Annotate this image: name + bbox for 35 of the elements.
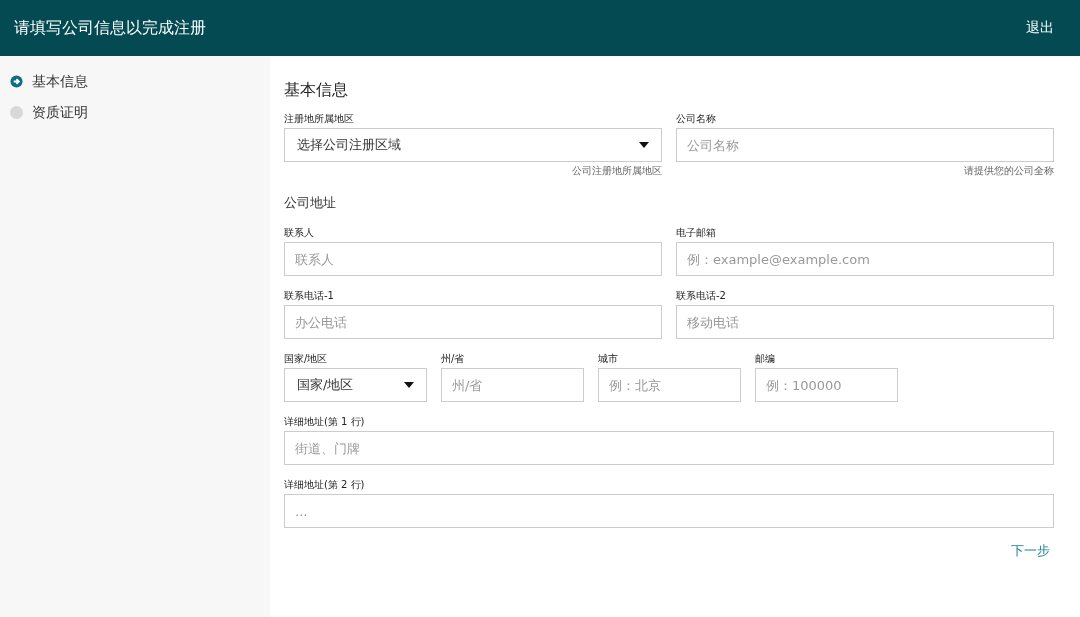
field-label: 邮编 xyxy=(755,352,776,366)
dropdown[interactable]: 国家/地区 xyxy=(284,368,427,402)
input-field[interactable]: 移动电话 xyxy=(676,305,1054,339)
field-label: 城市 xyxy=(598,352,619,366)
input-field[interactable]: 街道、门牌 xyxy=(284,431,1054,465)
field-label: 联系人 xyxy=(284,226,315,240)
step-label[interactable]: 基本信息 xyxy=(32,72,88,91)
next-link[interactable]: 下一步 xyxy=(1011,542,1050,560)
section-heading: 公司地址 xyxy=(284,194,337,212)
page-title: 请填写公司信息以完成注册 xyxy=(14,17,206,39)
field-label: 详细地址(第 2 行) xyxy=(284,478,366,492)
caret-icon xyxy=(404,382,414,388)
field-label: 注册地所属地区 xyxy=(284,112,355,126)
field-label: 州/省 xyxy=(441,352,466,366)
dropdown[interactable]: 选择公司注册区域 xyxy=(284,128,662,162)
input-field[interactable]: ... xyxy=(284,494,1054,528)
form-title: 基本信息 xyxy=(284,80,349,101)
field-label: 联系电话-2 xyxy=(676,289,727,303)
field-hint: 请提供您的公司全称 xyxy=(963,164,1054,178)
input-field[interactable]: 联系人 xyxy=(284,242,662,276)
input-field[interactable]: 例：100000 xyxy=(755,368,898,402)
step-label[interactable]: 资质证明 xyxy=(32,103,88,122)
field-label: 公司名称 xyxy=(676,112,717,126)
field-label: 详细地址(第 1 行) xyxy=(284,415,366,429)
caret-icon xyxy=(639,142,649,148)
input-field[interactable]: 办公电话 xyxy=(284,305,662,339)
input-field[interactable]: 公司名称 xyxy=(676,128,1054,162)
input-field[interactable]: 例：北京 xyxy=(598,368,741,402)
field-label: 电子邮箱 xyxy=(676,226,717,240)
field-hint: 公司注册地所属地区 xyxy=(571,164,662,178)
input-field[interactable]: 州/省 xyxy=(441,368,584,402)
input-field[interactable]: 例：example@example.com xyxy=(676,242,1054,276)
field-label: 国家/地区 xyxy=(284,352,329,366)
field-label: 联系电话-1 xyxy=(284,289,335,303)
logout-link[interactable]: 退出 xyxy=(1026,19,1054,37)
